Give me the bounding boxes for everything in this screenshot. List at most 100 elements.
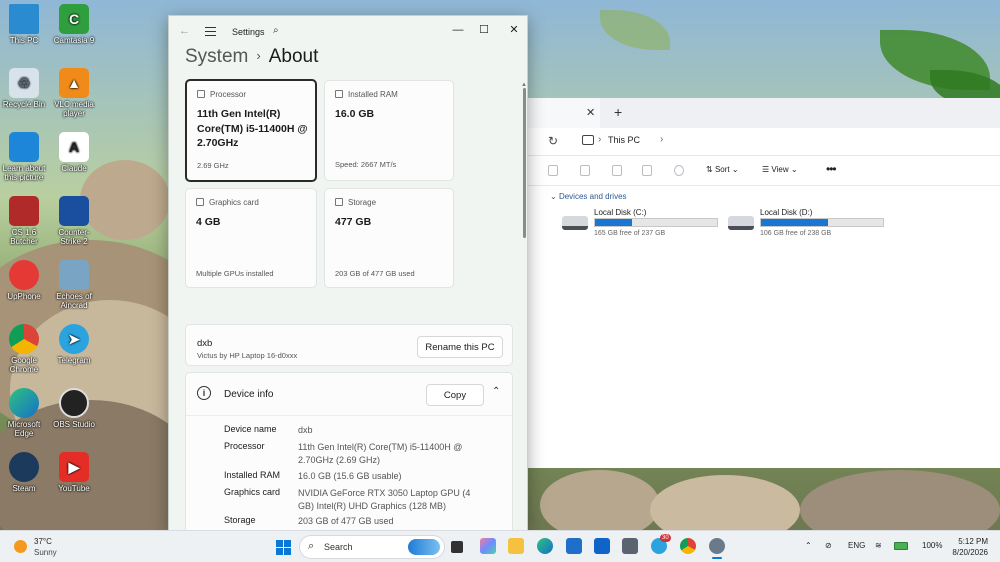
eye-off-icon[interactable]: ⊘ [825, 541, 832, 550]
drive-c[interactable]: Local Disk (C:) 165 GB free of 237 GB [558, 206, 718, 240]
view-button[interactable]: ☰ View ⌄ [762, 165, 798, 174]
cut-icon[interactable] [548, 165, 558, 176]
sort-button[interactable]: ⇅ Sort ⌄ [706, 165, 739, 174]
wifi-icon[interactable]: ≋ [875, 541, 882, 550]
rename-icon[interactable] [642, 165, 652, 176]
spec-value: 203 GB of 477 GB used [298, 516, 394, 526]
desktop-icon-telegram[interactable]: ➤ Telegram [50, 324, 98, 365]
outlook-icon[interactable] [594, 538, 610, 554]
processor-chip-icon [197, 90, 205, 98]
spec-value: NVIDIA GeForce RTX 3050 Laptop GPU (4 GB… [298, 488, 471, 511]
explorer-toolbar: ⇅ Sort ⌄ ☰ View ⌄ ••• [528, 156, 1000, 186]
chrome-icon[interactable] [680, 538, 696, 554]
drive-d[interactable]: Local Disk (D:) 106 GB free of 238 GB [724, 206, 884, 240]
chevron-right-icon[interactable]: › [598, 134, 601, 145]
desktop-icon-steam[interactable]: Steam [0, 452, 48, 493]
pc-name-card: dxb Victus by HP Laptop 16-d0xxx Rename … [185, 324, 513, 366]
close-tab-icon[interactable]: ✕ [586, 106, 595, 119]
claude-icon: A [59, 132, 89, 162]
chevron-right-icon[interactable]: › [660, 134, 663, 145]
desktop-icon-learn-picture[interactable]: Learn about this picture [0, 132, 48, 182]
battery-percent[interactable]: 100% [922, 541, 942, 550]
info-icon: i [197, 386, 211, 400]
hamburger-menu-icon[interactable] [205, 27, 216, 39]
section-devices-and-drives[interactable]: ⌄ Devices and drives [550, 192, 627, 201]
spec-value: dxb [298, 425, 313, 435]
camtasia-icon: C [59, 4, 89, 34]
steam-icon [9, 452, 39, 482]
desktop-icon-vlc[interactable]: ▲ VLC media player [50, 68, 98, 118]
desktop-icon-recycle-bin[interactable]: ♻ Recycle Bin [0, 68, 48, 109]
taskbar-search[interactable]: ⌕ Search [299, 535, 445, 559]
chrome-icon [9, 324, 39, 354]
store-icon[interactable] [566, 538, 582, 554]
desktop-icon-chrome[interactable]: Google Chrome [0, 324, 48, 374]
share-icon[interactable] [674, 165, 684, 176]
youtube-icon: ▶ [59, 452, 89, 482]
app-title: Settings [232, 27, 265, 37]
copy-button[interactable]: Copy [426, 384, 484, 406]
minimize-button[interactable]: — [444, 20, 472, 40]
settings-gear-icon[interactable] [709, 538, 725, 559]
sun-weather-icon[interactable] [14, 540, 27, 553]
scrollbar[interactable] [523, 88, 526, 238]
processor-card[interactable]: Processor 11th Gen Intel(R) Core(TM) i5-… [185, 79, 317, 182]
desktop-icon-this-pc[interactable]: This PC [0, 4, 48, 45]
chevron-right-icon: › [256, 48, 261, 63]
chevron-up-icon[interactable]: ⌃ [492, 386, 500, 397]
spec-value: 16.0 GB (15.6 GB usable) [298, 471, 402, 481]
chevron-up-icon[interactable]: ⌃ [805, 541, 812, 550]
maximize-button[interactable]: ☐ [470, 20, 498, 40]
more-options-button[interactable]: ••• [826, 162, 837, 176]
calculator-icon[interactable] [622, 538, 638, 554]
graphics-card[interactable]: Graphics card 4 GB Multiple GPUs install… [185, 188, 317, 288]
ram-card[interactable]: Installed RAM 16.0 GB Speed: 2667 MT/s [324, 80, 454, 181]
counter-strike-icon [59, 196, 89, 226]
desktop-icon-echoes-aincrad[interactable]: Echoes of Aincrad [50, 260, 98, 310]
search-icon[interactable]: ⌕ [273, 25, 279, 36]
desktop-icon-upphone[interactable]: UpPhone [0, 260, 48, 301]
paste-icon[interactable] [612, 165, 622, 176]
edge-icon[interactable] [537, 538, 553, 554]
pc-name: dxb [197, 338, 213, 349]
drive-usage-bar [760, 218, 884, 227]
refresh-icon[interactable]: ↻ [548, 134, 558, 148]
storage-card[interactable]: Storage 477 GB 203 GB of 477 GB used [324, 188, 454, 288]
drive-usage-bar [594, 218, 718, 227]
desktop-icon-camtasia[interactable]: C Camtasia 9 [50, 4, 98, 45]
weather-condition[interactable]: Sunny [34, 548, 57, 557]
clock[interactable]: 5:12 PM 8/20/2026 [952, 536, 988, 558]
back-arrow-icon[interactable]: ← [179, 25, 190, 37]
breadcrumb-this-pc[interactable]: This PC [608, 135, 640, 145]
desktop-icon-claude[interactable]: A Claude [50, 132, 98, 173]
file-explorer-icon[interactable] [508, 538, 524, 554]
new-tab-icon[interactable]: + [614, 104, 622, 120]
device-info-header[interactable]: i Device info Copy ⌃ [186, 373, 512, 416]
spec-label: Graphics card [224, 487, 281, 497]
telegram-icon[interactable]: 30 [651, 534, 671, 554]
spotlight-icon [9, 132, 39, 162]
start-button[interactable] [276, 540, 291, 555]
copy-icon[interactable] [580, 165, 590, 176]
desktop-icon-edge[interactable]: Microsoft Edge [0, 388, 48, 438]
desktop-icon-cs-butcher[interactable]: CS 1.6 Butcher [0, 196, 48, 246]
desktop-icon-cs2[interactable]: Counter-Strike 2 [50, 196, 98, 246]
copilot-icon[interactable] [480, 538, 496, 554]
desktop-icon-youtube[interactable]: ▶ YouTube [50, 452, 98, 493]
search-icon: ⌕ [308, 540, 315, 552]
file-explorer-window: ✕ + ↻ › This PC › ⇅ Sort ⌄ ☰ View ⌄ ••• … [528, 98, 1000, 468]
breadcrumb: System › About [185, 46, 318, 68]
close-button[interactable]: ✕ [500, 20, 527, 40]
echoes-aincrad-icon [59, 260, 89, 290]
battery-icon[interactable] [894, 542, 908, 550]
rename-pc-button[interactable]: Rename this PC [417, 336, 503, 358]
breadcrumb-system[interactable]: System [185, 46, 248, 67]
vlc-cone-icon: ▲ [59, 68, 89, 98]
search-highlight-icon [408, 539, 440, 555]
task-view-icon[interactable] [451, 541, 463, 553]
this-pc-icon [582, 135, 594, 145]
notification-badge: 30 [660, 534, 671, 542]
weather-temperature[interactable]: 37°C [34, 537, 52, 546]
desktop-icon-obs[interactable]: OBS Studio [50, 388, 98, 429]
language-indicator[interactable]: ENG [848, 541, 865, 550]
